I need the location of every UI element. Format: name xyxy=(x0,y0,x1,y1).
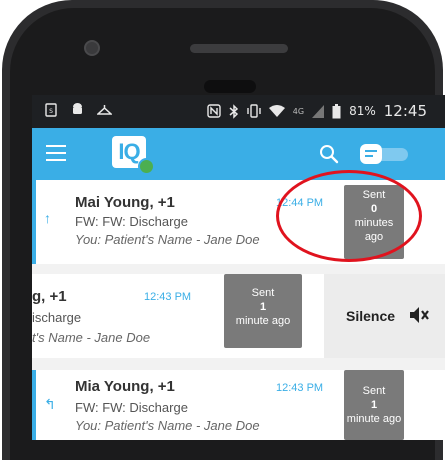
message-preview: You: Patient's Name - Jane Doe xyxy=(75,418,260,433)
reply-icon: ↰ xyxy=(44,396,56,412)
bluetooth-icon xyxy=(229,103,238,119)
message-subject: FW: FW: Discharge xyxy=(75,400,188,415)
sent-badge: Sent 1 minute ago xyxy=(224,274,302,348)
list-item[interactable]: g, +1 12:43 PM ischarge t's Name - Jane … xyxy=(32,274,328,358)
battery-percent: 81% xyxy=(349,104,376,118)
message-time: 12:43 PM xyxy=(144,291,192,303)
clock: 12:45 xyxy=(383,102,427,120)
wifi-icon xyxy=(268,105,285,117)
unread-indicator xyxy=(32,180,36,264)
sender-name: Mia Young, +1 xyxy=(75,378,175,395)
sent-count: 1 xyxy=(259,301,267,313)
silence-action-button[interactable]: Silence xyxy=(324,274,445,358)
message-preview: t's Name - Jane Doe xyxy=(32,330,151,345)
nfc-icon xyxy=(207,104,221,118)
mute-icon xyxy=(410,307,429,323)
message-subject: ischarge xyxy=(32,310,82,325)
unread-indicator xyxy=(32,370,36,440)
hanger-icon xyxy=(97,104,112,115)
sent-badge: Sent 1 minute ago xyxy=(344,370,404,440)
chat-bubble-icon[interactable] xyxy=(360,144,382,164)
arrow-up-icon: ↑ xyxy=(44,210,51,226)
highlight-circle xyxy=(276,170,422,262)
status-bar-right: 4G 81% 12:45 xyxy=(207,102,427,120)
sent-unit: minute ago xyxy=(235,315,291,327)
svg-text:S: S xyxy=(49,108,53,115)
battery-icon xyxy=(332,103,341,118)
online-status-dot xyxy=(138,158,155,175)
lte-label: 4G xyxy=(292,106,305,116)
proximity-sensor xyxy=(204,80,256,93)
phone-screen: S 4G 81% 12:45 IQ ↑ Mai Young, +1 12:44 … xyxy=(32,95,445,440)
earpiece-speaker xyxy=(190,44,288,53)
message-time: 12:43 PM xyxy=(276,382,324,394)
app-bar: IQ xyxy=(32,128,445,180)
sent-label: Sent xyxy=(362,385,386,397)
front-camera xyxy=(84,40,100,56)
message-subject: FW: FW: Discharge xyxy=(75,214,188,229)
silence-label: Silence xyxy=(346,308,396,324)
hamburger-menu-icon[interactable] xyxy=(46,145,66,161)
sender-name: g, +1 xyxy=(32,288,67,305)
search-icon[interactable] xyxy=(318,143,340,165)
android-icon xyxy=(73,103,82,114)
vibrate-icon xyxy=(247,104,261,118)
sent-label: Sent xyxy=(251,287,275,299)
list-item[interactable]: ↰ Mia Young, +1 12:43 PM FW: FW: Dischar… xyxy=(32,370,445,440)
message-preview: You: Patient's Name - Jane Doe xyxy=(75,232,260,247)
signal-icon xyxy=(312,104,325,118)
sent-unit: minute ago xyxy=(346,413,402,425)
status-bar: S 4G 81% 12:45 xyxy=(32,95,445,128)
status-bar-left: S xyxy=(44,102,112,117)
sent-count: 1 xyxy=(370,399,378,411)
sender-name: Mai Young, +1 xyxy=(75,194,175,211)
sim-icon: S xyxy=(45,102,57,117)
